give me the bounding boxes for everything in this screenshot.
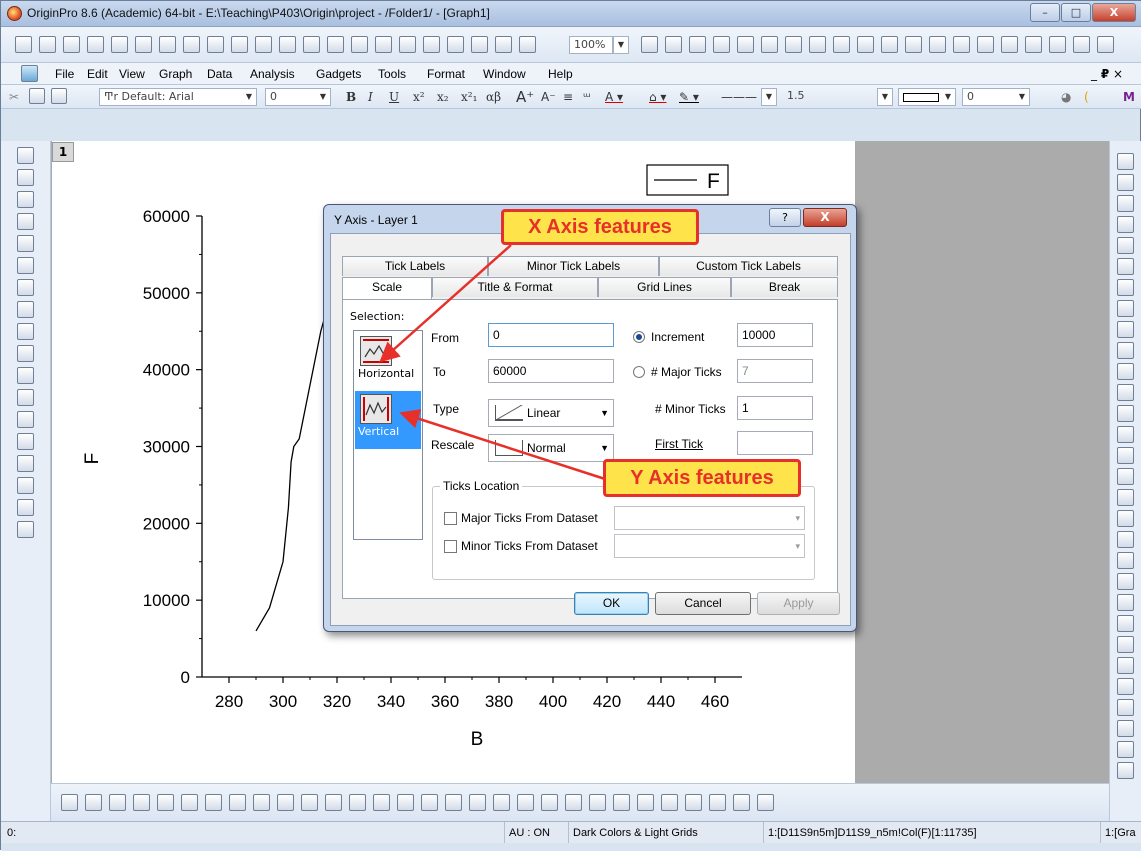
x-axis-callout: X Axis features bbox=[501, 209, 699, 245]
y-axis-arrow bbox=[399, 409, 606, 481]
x-axis-arrow bbox=[379, 244, 512, 363]
tab-scale[interactable]: Scale bbox=[342, 277, 432, 299]
origin-window: OriginPro 8.6 (Academic) 64-bit - E:\Tea… bbox=[0, 0, 1141, 851]
annotation-arrows bbox=[379, 244, 606, 481]
y-axis-callout: Y Axis features bbox=[603, 459, 801, 497]
